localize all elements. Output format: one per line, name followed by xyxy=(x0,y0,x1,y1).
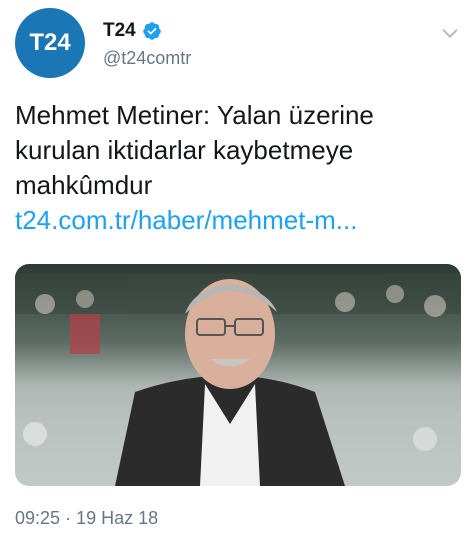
tweet-text-line: kurulan iktidarlar kaybetmeye xyxy=(15,135,354,165)
avatar-logo-text: T24 xyxy=(29,29,71,56)
timestamp[interactable]: 09:25 · 19 Haz 18 xyxy=(15,508,158,529)
tweet-media-image[interactable] xyxy=(15,264,461,486)
news-photo xyxy=(15,264,461,486)
display-name[interactable]: T24 xyxy=(103,20,136,42)
tweet-header: T24 T24 @t24comtr xyxy=(15,8,461,80)
chevron-down-icon[interactable] xyxy=(439,22,461,44)
tweet-link[interactable]: t24.com.tr/haber/mehmet-m... xyxy=(15,203,455,238)
handle[interactable]: @t24comtr xyxy=(103,48,191,69)
tweet-text-line: mahkûmdur xyxy=(15,170,153,200)
tweet-text: Mehmet Metiner: Yalan üzerine kurulan ik… xyxy=(15,98,455,238)
tweet-date: 19 Haz 18 xyxy=(76,508,159,528)
tweet-time: 09:25 xyxy=(15,508,61,528)
separator-dot: · xyxy=(65,508,77,528)
tweet-text-line: Mehmet Metiner: Yalan üzerine xyxy=(15,100,374,130)
tweet-card[interactable]: T24 T24 @t24comtr Mehmet Metiner: Yalan … xyxy=(0,0,476,540)
avatar[interactable]: T24 xyxy=(15,8,85,78)
verified-badge-icon xyxy=(142,22,161,40)
author-info[interactable]: T24 @t24comtr xyxy=(103,20,191,69)
